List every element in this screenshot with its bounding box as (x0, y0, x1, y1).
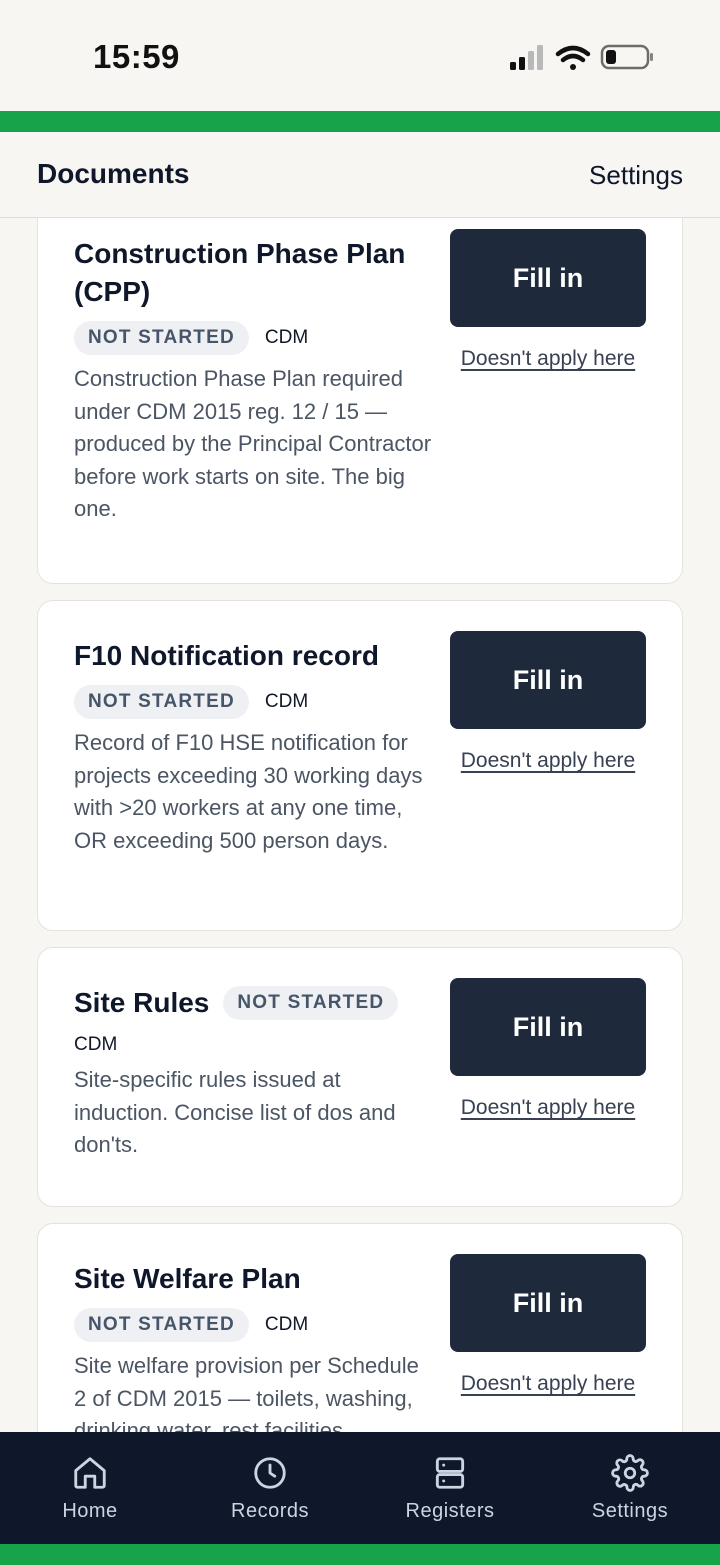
documents-list[interactable]: Construction Phase Plan (CPP) NOT STARTE… (0, 218, 720, 1432)
document-title: Construction Phase Plan (CPP) (74, 238, 406, 307)
document-description: Record of F10 HSE notification for proje… (74, 730, 423, 853)
document-description: Construction Phase Plan required under C… (74, 366, 432, 521)
nav-label: Records (231, 1500, 309, 1522)
doesnt-apply-link[interactable]: Doesn't apply here (450, 1096, 646, 1120)
document-title: Site Welfare Plan (74, 1263, 301, 1294)
wifi-icon (555, 45, 591, 70)
doesnt-apply-link[interactable]: Doesn't apply here (450, 347, 646, 371)
gear-icon (611, 1454, 649, 1492)
status-badge: NOT STARTED (223, 986, 399, 1020)
doesnt-apply-link[interactable]: Doesn't apply here (450, 1372, 646, 1396)
page-title: Documents (37, 158, 190, 189)
category-tag: CDM (264, 691, 309, 712)
header-settings-link[interactable]: Settings (589, 160, 683, 191)
nav-label: Home (62, 1500, 118, 1522)
status-badge: NOT STARTED (74, 321, 249, 355)
document-title: F10 Notification record (74, 640, 379, 671)
status-badge: NOT STARTED (74, 685, 249, 719)
home-icon (74, 1457, 106, 1489)
app-header: Documents Settings (0, 132, 720, 218)
footer-accent-bar (0, 1544, 720, 1565)
document-card-welfare-plan: Site Welfare Plan NOT STARTED CDM Site w… (37, 1223, 683, 1432)
clock-icon (254, 1457, 286, 1489)
nav-item-records[interactable]: Records (180, 1432, 360, 1544)
fill-in-button[interactable]: Fill in (450, 229, 646, 327)
document-description: Site welfare provision per Schedule 2 of… (74, 1353, 419, 1432)
fill-in-button[interactable]: Fill in (450, 978, 646, 1076)
category-tag: CDM (264, 327, 309, 348)
document-card-site-rules: Site Rules NOT STARTED CDM Site-specific… (37, 947, 683, 1207)
document-card-f10: F10 Notification record NOT STARTED CDM … (37, 600, 683, 931)
fill-in-button[interactable]: Fill in (450, 1254, 646, 1352)
document-description: Site-specific rules issued at induction.… (74, 1067, 396, 1157)
status-time: 15:59 (93, 38, 180, 75)
cellular-signal-icon (510, 45, 543, 70)
nav-item-settings[interactable]: Settings (540, 1432, 720, 1544)
server-icon (435, 1457, 465, 1489)
nav-item-registers[interactable]: Registers (360, 1432, 540, 1544)
status-badge: NOT STARTED (74, 1308, 249, 1342)
nav-item-home[interactable]: Home (0, 1432, 180, 1544)
doesnt-apply-link[interactable]: Doesn't apply here (450, 749, 646, 773)
category-tag: CDM (74, 1034, 118, 1055)
battery-icon (600, 44, 653, 70)
fill-in-button[interactable]: Fill in (450, 631, 646, 729)
nav-label: Settings (591, 1500, 669, 1522)
bottom-nav: Home Records Registers Settings (0, 1432, 720, 1544)
document-title: Site Rules (74, 987, 210, 1018)
status-bar: 15:59 (0, 0, 720, 111)
category-tag: CDM (264, 1314, 309, 1335)
document-card-cpp: Construction Phase Plan (CPP) NOT STARTE… (37, 218, 683, 584)
header-accent-bar (0, 111, 720, 132)
status-icons (508, 42, 658, 74)
nav-label: Registers (405, 1500, 495, 1522)
